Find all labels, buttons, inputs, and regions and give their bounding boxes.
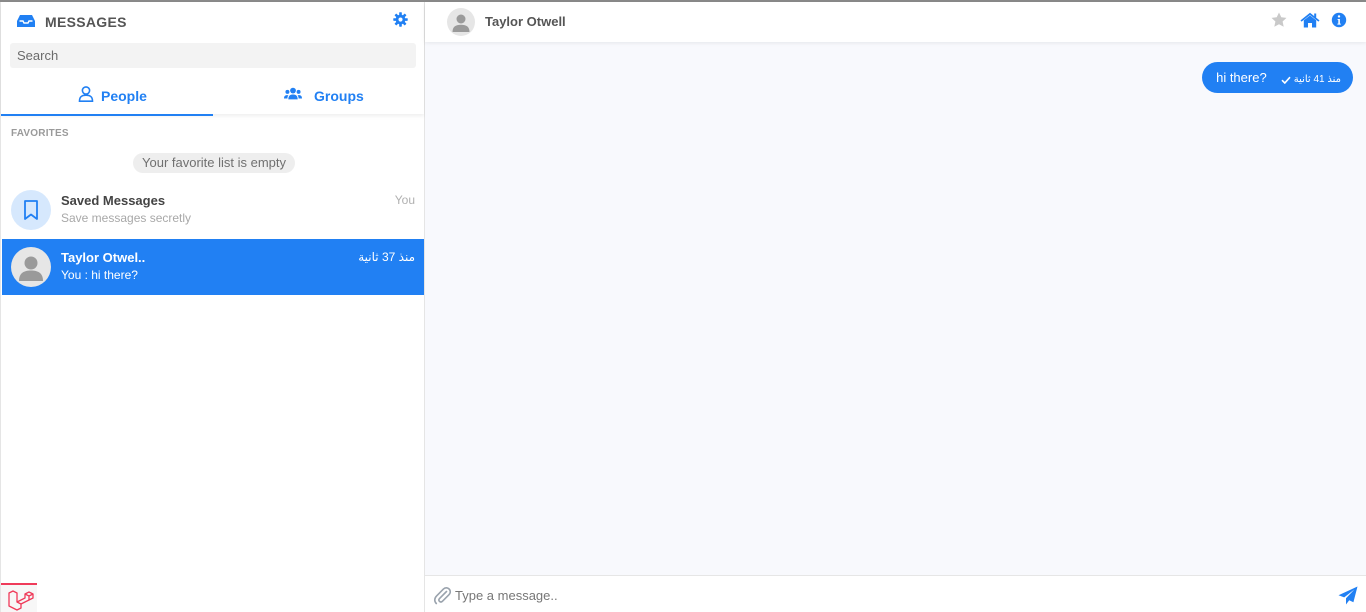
list-item-taylor-otwell[interactable]: Taylor Otwel.. You : hi there? منذ 37 ثا… (2, 239, 424, 295)
check-icon (1281, 76, 1291, 84)
avatar (11, 247, 51, 287)
tab-bar: People Groups (1, 76, 425, 116)
message-time: منذ 41 ثانية (1293, 74, 1341, 85)
message-bubble-sent[interactable]: hi there? منذ 41 ثانية (1202, 62, 1353, 93)
contact-time: منذ 37 ثانية (358, 250, 415, 264)
bookmark-icon (24, 200, 38, 220)
tab-groups-label: Groups (314, 88, 364, 104)
search-input[interactable] (10, 43, 416, 68)
message-composer (425, 575, 1366, 612)
saved-messages-avatar (11, 190, 51, 230)
message-input[interactable] (455, 583, 1315, 607)
info-icon[interactable] (1331, 12, 1347, 28)
message-meta: منذ 41 ثانية (1281, 74, 1341, 85)
sidebar-header: MESSAGES Search People Groups (1, 2, 425, 116)
avatar-icon (19, 256, 43, 281)
tab-people[interactable]: People (1, 76, 213, 116)
user-icon (78, 86, 94, 102)
inbox-icon (17, 15, 35, 27)
chat-contact-name: Taylor Otwell (485, 14, 566, 29)
laravel-icon (8, 590, 34, 611)
users-icon (284, 87, 302, 100)
star-icon[interactable] (1270, 12, 1288, 28)
sidebar: MESSAGES Search People Groups FAVORITES … (0, 2, 425, 612)
title-row: MESSAGES (17, 12, 408, 32)
message-text: hi there? (1216, 70, 1267, 85)
tab-people-label: People (101, 88, 147, 104)
contact-last-message: You : hi there? (61, 268, 138, 282)
contact-name: Taylor Otwel.. (61, 250, 146, 265)
home-icon[interactable] (1300, 12, 1320, 28)
list-item-saved-messages[interactable]: Saved Messages Save messages secretly Yo… (2, 182, 424, 238)
send-icon[interactable] (1338, 586, 1358, 606)
favorites-heading: FAVORITES (11, 128, 69, 139)
favorites-empty-message: Your favorite list is empty (133, 153, 296, 173)
contact-subtitle: Save messages secretly (61, 211, 192, 225)
gear-icon[interactable] (393, 12, 408, 27)
app-title: MESSAGES (45, 14, 127, 30)
contact-time: You (394, 193, 415, 207)
tab-groups[interactable]: Groups (213, 76, 425, 116)
chat-header: Taylor Otwell (425, 2, 1366, 42)
laravel-debug-badge[interactable] (1, 583, 37, 612)
paperclip-icon[interactable] (433, 585, 451, 605)
messenger-app: MESSAGES Search People Groups FAVORITES … (0, 0, 1366, 612)
chat-panel: Taylor Otwell hi there? منذ 41 ثانية Typ… (425, 2, 1366, 612)
avatar-icon (452, 14, 470, 32)
header-avatar[interactable] (447, 8, 475, 36)
contact-name: Saved Messages (61, 193, 166, 208)
